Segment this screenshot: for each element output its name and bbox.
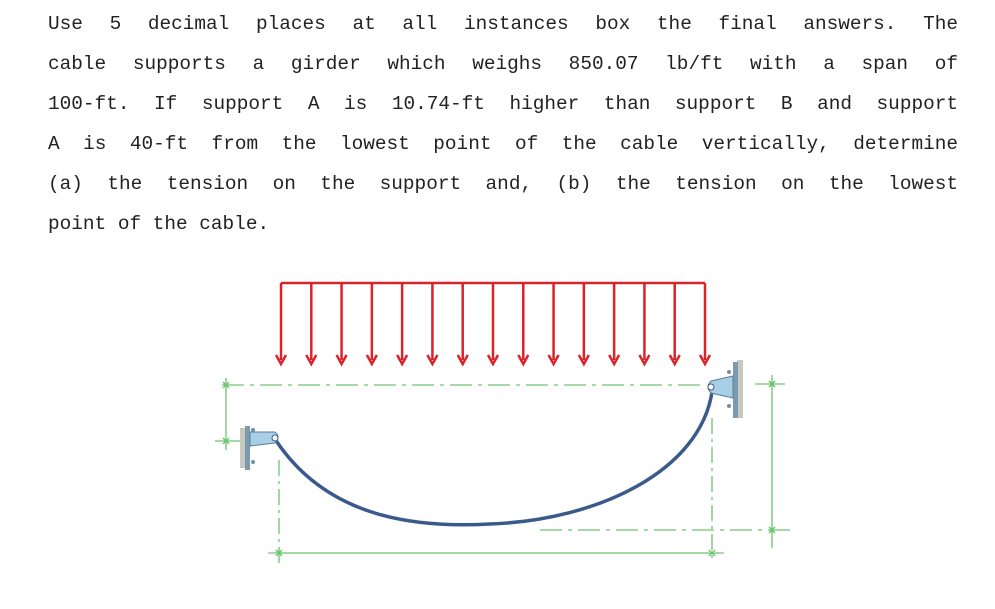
load-arrow bbox=[608, 283, 621, 367]
load-arrow bbox=[547, 283, 560, 367]
support-a bbox=[240, 426, 279, 470]
load-arrow bbox=[274, 283, 288, 367]
load-arrow bbox=[426, 283, 439, 367]
load-arrow bbox=[638, 283, 651, 367]
load-arrow bbox=[486, 283, 500, 367]
support-b bbox=[707, 360, 743, 418]
load-arrow bbox=[335, 283, 348, 367]
load-arrow bbox=[517, 283, 530, 367]
load-arrow bbox=[365, 283, 378, 367]
load-arrow bbox=[305, 283, 318, 367]
load-arrow bbox=[456, 283, 469, 367]
cable bbox=[275, 390, 714, 527]
load-arrow bbox=[577, 283, 590, 367]
load-arrow bbox=[698, 283, 712, 367]
cable-diagram bbox=[215, 281, 792, 568]
distributed-load bbox=[274, 281, 712, 367]
load-arrow bbox=[668, 283, 681, 367]
load-arrow bbox=[396, 283, 409, 367]
